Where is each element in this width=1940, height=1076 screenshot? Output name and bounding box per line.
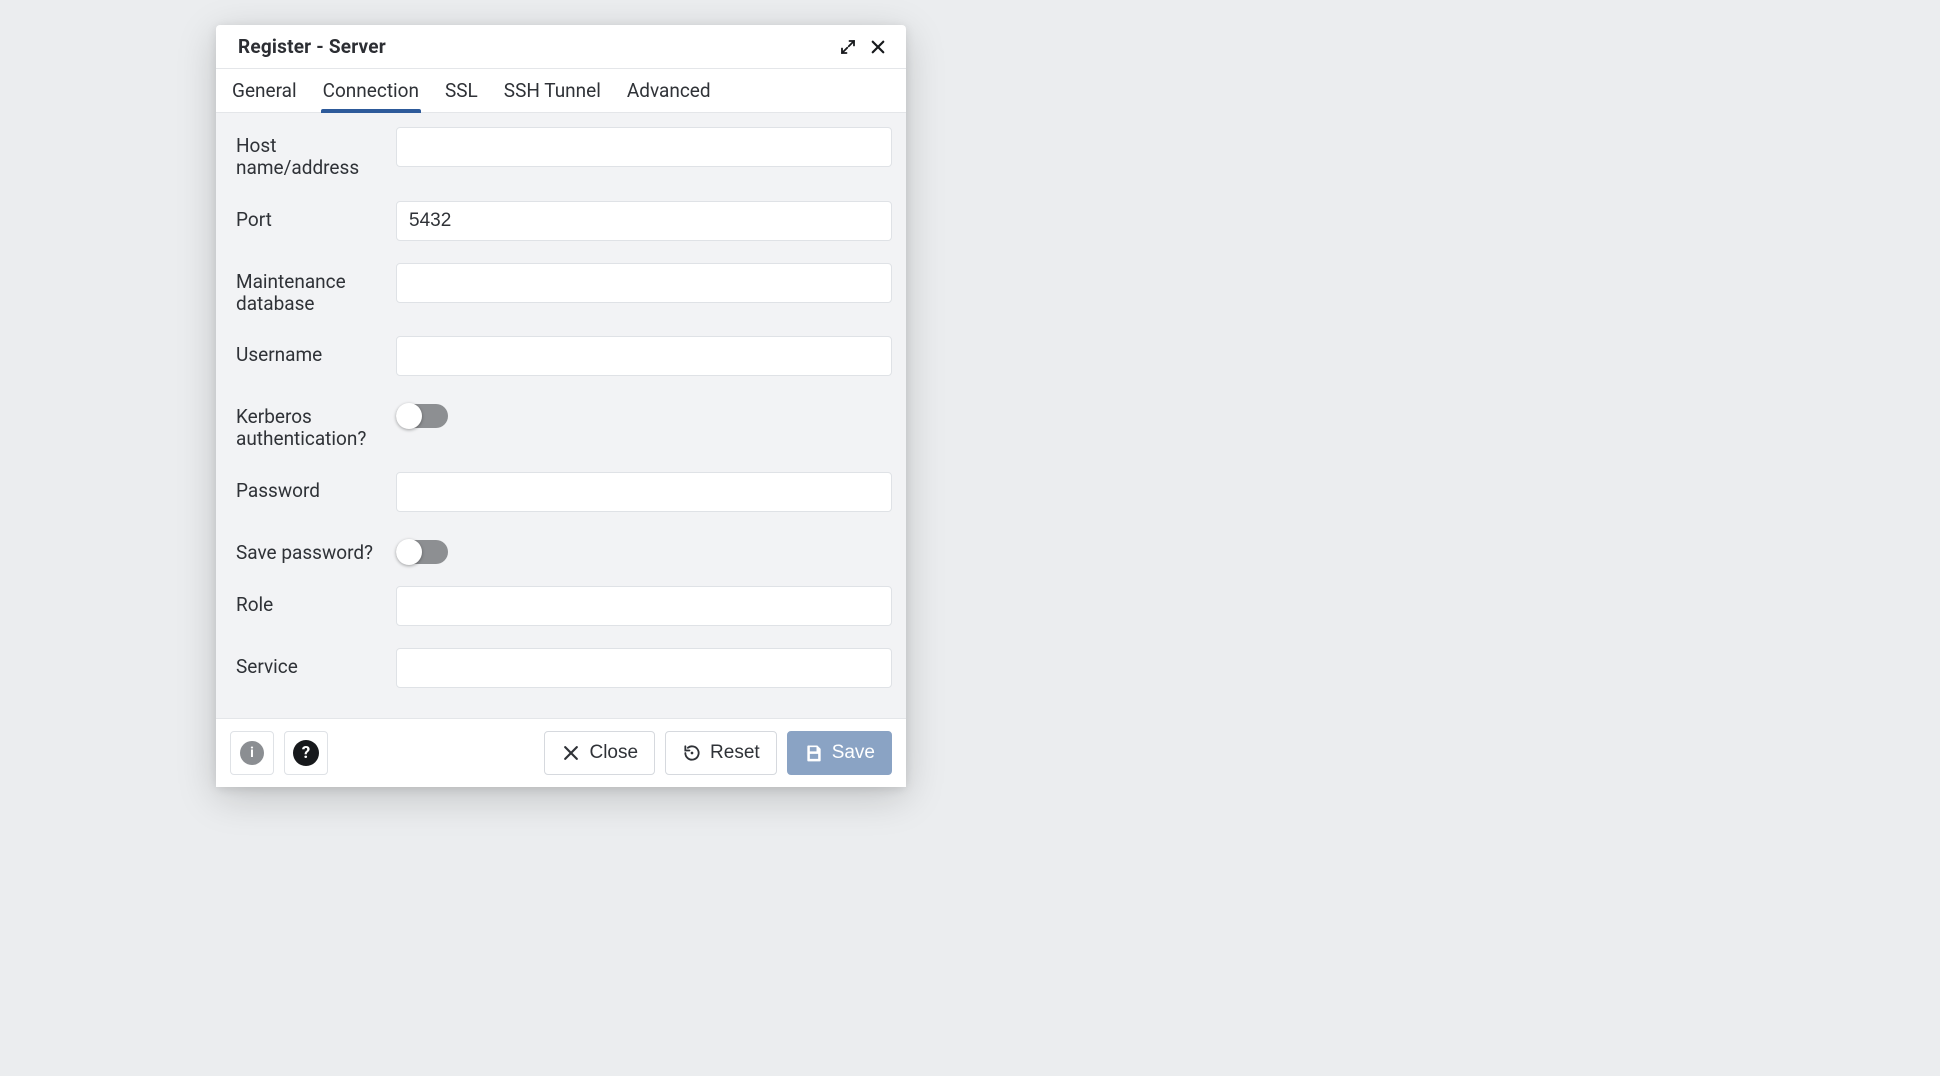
label-username: Username (236, 336, 396, 366)
tab-connection[interactable]: Connection (323, 69, 419, 112)
save-password-toggle[interactable] (396, 540, 448, 564)
tab-ssl[interactable]: SSL (445, 69, 478, 112)
label-port: Port (236, 201, 396, 231)
tab-label: Connection (323, 79, 419, 102)
tab-label: SSL (445, 79, 478, 102)
connection-form: Host name/address Port Maintenance datab… (216, 113, 906, 718)
row-maint-db: Maintenance database (236, 263, 892, 315)
row-kerberos: Kerberos authentication? (236, 398, 892, 450)
row-username: Username (236, 336, 892, 376)
row-service: Service (236, 648, 892, 688)
maint-db-input[interactable] (396, 263, 892, 303)
help-button[interactable]: ? (284, 731, 328, 775)
dialog-header: Register - Server (216, 25, 906, 69)
tabbar: General Connection SSL SSH Tunnel Advanc… (216, 69, 906, 113)
row-host: Host name/address (236, 127, 892, 179)
label-save-password: Save password? (236, 534, 396, 564)
expand-icon[interactable] (834, 33, 862, 61)
save-button-label: Save (832, 742, 875, 764)
row-role: Role (236, 586, 892, 626)
x-icon (561, 743, 581, 763)
help-icon: ? (293, 740, 319, 766)
kerberos-toggle[interactable] (396, 404, 448, 428)
tab-general[interactable]: General (232, 69, 297, 112)
reset-icon (682, 743, 702, 763)
reset-button-label: Reset (710, 742, 760, 764)
row-password: Password (236, 472, 892, 512)
close-button-label: Close (589, 742, 638, 764)
service-input[interactable] (396, 648, 892, 688)
close-icon[interactable] (864, 33, 892, 61)
label-host: Host name/address (236, 127, 396, 179)
register-server-dialog: Register - Server General Connection SSL… (216, 25, 906, 787)
tab-label: SSH Tunnel (504, 79, 601, 102)
row-port: Port (236, 201, 892, 241)
info-button[interactable]: i (230, 731, 274, 775)
save-icon (804, 743, 824, 763)
role-input[interactable] (396, 586, 892, 626)
info-icon: i (240, 741, 264, 765)
password-input[interactable] (396, 472, 892, 512)
reset-button[interactable]: Reset (665, 731, 777, 775)
label-role: Role (236, 586, 396, 616)
save-button[interactable]: Save (787, 731, 892, 775)
port-input[interactable] (396, 201, 892, 241)
dialog-title: Register - Server (238, 35, 832, 58)
label-kerberos: Kerberos authentication? (236, 398, 396, 450)
tab-ssh-tunnel[interactable]: SSH Tunnel (504, 69, 601, 112)
tab-label: General (232, 79, 297, 102)
row-save-password: Save password? (236, 534, 892, 564)
tab-advanced[interactable]: Advanced (627, 69, 711, 112)
username-input[interactable] (396, 336, 892, 376)
tab-label: Advanced (627, 79, 711, 102)
host-input[interactable] (396, 127, 892, 167)
label-password: Password (236, 472, 396, 502)
dialog-footer: i ? Close Reset (216, 718, 906, 787)
close-button[interactable]: Close (544, 731, 655, 775)
label-maint-db: Maintenance database (236, 263, 396, 315)
label-service: Service (236, 648, 396, 678)
